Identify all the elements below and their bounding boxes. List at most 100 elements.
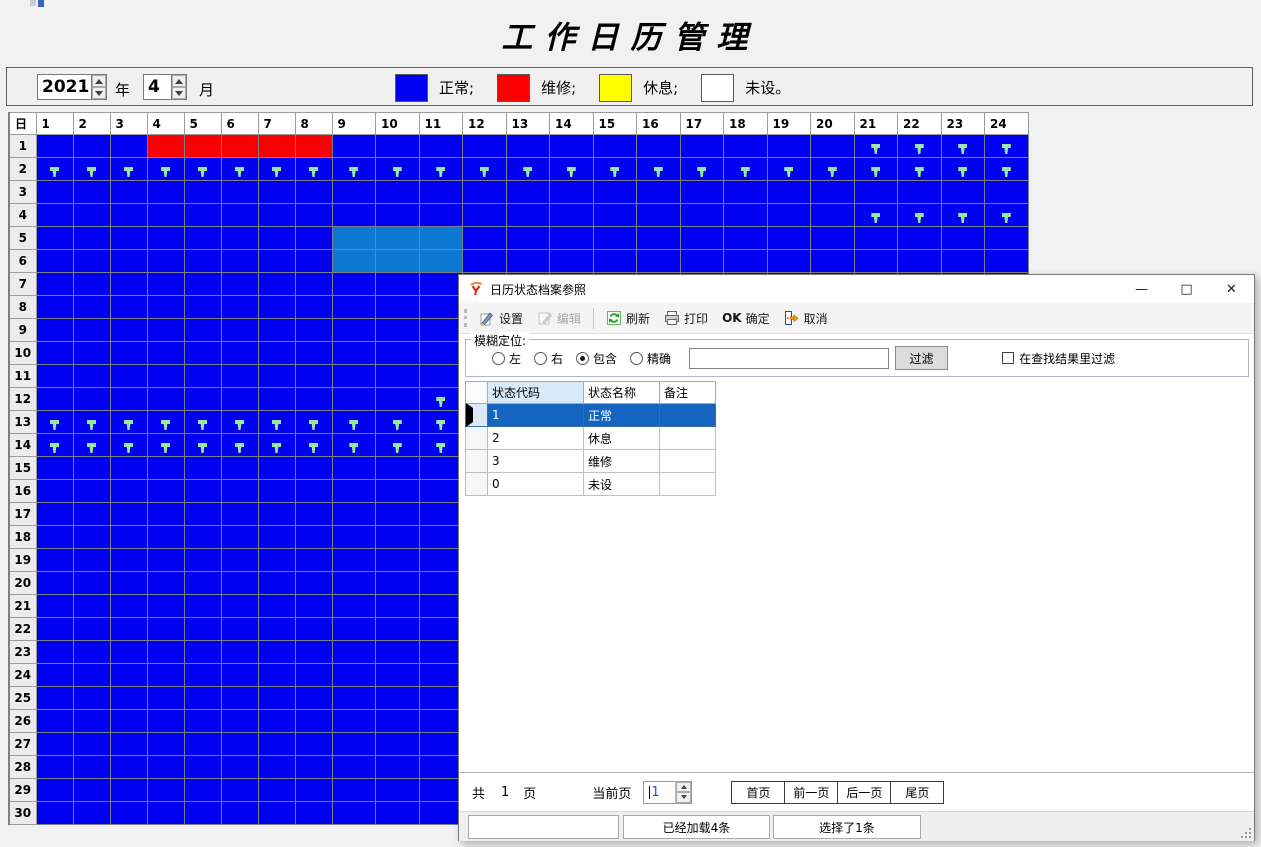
calendar-cell[interactable]	[295, 733, 332, 756]
calendar-cell[interactable]	[376, 181, 420, 204]
calendar-cell[interactable]	[724, 250, 768, 273]
day-row-header[interactable]: 20	[9, 572, 36, 595]
calendar-cell[interactable]	[332, 618, 376, 641]
calendar-cell[interactable]	[147, 457, 184, 480]
current-page-value[interactable]: 1	[651, 785, 659, 800]
calendar-cell[interactable]	[147, 664, 184, 687]
calendar-cell[interactable]	[184, 664, 221, 687]
day-row-header[interactable]: 4	[9, 204, 36, 227]
calendar-cell[interactable]	[184, 319, 221, 342]
year-value[interactable]: 2021	[37, 74, 91, 100]
calendar-cell[interactable]	[506, 181, 550, 204]
calendar-cell[interactable]	[419, 365, 463, 388]
calendar-cell[interactable]	[221, 710, 258, 733]
calendar-cell[interactable]	[680, 181, 724, 204]
calendar-cell[interactable]	[811, 158, 855, 181]
calendar-cell[interactable]	[258, 526, 295, 549]
calendar-cell[interactable]	[898, 181, 942, 204]
hour-column-header[interactable]: 9	[332, 113, 376, 135]
calendar-cell[interactable]	[147, 733, 184, 756]
row-selector-cell[interactable]	[466, 404, 488, 427]
calendar-cell[interactable]	[184, 135, 221, 158]
calendar-cell[interactable]	[147, 319, 184, 342]
calendar-cell[interactable]	[376, 526, 420, 549]
calendar-cell[interactable]	[332, 526, 376, 549]
calendar-cell[interactable]	[184, 480, 221, 503]
settings-button[interactable]: 设置	[472, 306, 530, 330]
calendar-cell[interactable]	[506, 135, 550, 158]
calendar-cell[interactable]	[184, 503, 221, 526]
calendar-cell[interactable]	[258, 434, 295, 457]
calendar-cell[interactable]	[258, 664, 295, 687]
calendar-cell[interactable]	[221, 388, 258, 411]
calendar-cell[interactable]	[332, 365, 376, 388]
hour-column-header[interactable]: 13	[506, 113, 550, 135]
calendar-cell[interactable]	[332, 388, 376, 411]
calendar-cell[interactable]	[36, 457, 73, 480]
cell-code[interactable]: 2	[488, 427, 584, 450]
calendar-cell[interactable]	[36, 664, 73, 687]
column-header-name[interactable]: 状态名称	[584, 382, 660, 404]
calendar-cell[interactable]	[258, 618, 295, 641]
calendar-cell[interactable]	[147, 434, 184, 457]
calendar-cell[interactable]	[147, 204, 184, 227]
calendar-cell[interactable]	[811, 181, 855, 204]
filter-button[interactable]: 过滤	[895, 346, 948, 370]
day-row-header[interactable]: 6	[9, 250, 36, 273]
calendar-cell[interactable]	[376, 618, 420, 641]
edit-button[interactable]: 编辑	[530, 306, 588, 330]
calendar-cell[interactable]	[419, 595, 463, 618]
calendar-cell[interactable]	[295, 204, 332, 227]
calendar-cell[interactable]	[419, 273, 463, 296]
calendar-cell[interactable]	[36, 572, 73, 595]
day-row-header[interactable]: 8	[9, 296, 36, 319]
calendar-cell[interactable]	[376, 756, 420, 779]
calendar-cell[interactable]	[295, 756, 332, 779]
calendar-cell[interactable]	[767, 250, 811, 273]
calendar-cell[interactable]	[258, 296, 295, 319]
calendar-cell[interactable]	[376, 549, 420, 572]
calendar-cell[interactable]	[258, 365, 295, 388]
minimize-button[interactable]: —	[1119, 275, 1164, 303]
calendar-cell[interactable]	[463, 158, 507, 181]
calendar-cell[interactable]	[295, 388, 332, 411]
calendar-cell[interactable]	[419, 204, 463, 227]
calendar-cell[interactable]	[332, 227, 376, 250]
hour-column-header[interactable]: 1	[36, 113, 73, 135]
calendar-cell[interactable]	[73, 802, 110, 825]
calendar-cell[interactable]	[258, 342, 295, 365]
calendar-cell[interactable]	[36, 250, 73, 273]
calendar-cell[interactable]	[73, 457, 110, 480]
calendar-cell[interactable]	[295, 572, 332, 595]
calendar-cell[interactable]	[184, 434, 221, 457]
calendar-cell[interactable]	[295, 549, 332, 572]
calendar-cell[interactable]	[463, 227, 507, 250]
calendar-cell[interactable]	[110, 388, 147, 411]
calendar-cell[interactable]	[73, 526, 110, 549]
calendar-cell[interactable]	[221, 296, 258, 319]
calendar-cell[interactable]	[419, 250, 463, 273]
calendar-cell[interactable]	[332, 319, 376, 342]
calendar-cell[interactable]	[110, 296, 147, 319]
calendar-cell[interactable]	[550, 181, 594, 204]
calendar-cell[interactable]	[295, 457, 332, 480]
calendar-cell[interactable]	[419, 710, 463, 733]
hour-column-header[interactable]: 17	[680, 113, 724, 135]
calendar-cell[interactable]	[295, 434, 332, 457]
calendar-cell[interactable]	[550, 250, 594, 273]
calendar-cell[interactable]	[184, 526, 221, 549]
hour-column-header[interactable]: 14	[550, 113, 594, 135]
day-row-header[interactable]: 26	[9, 710, 36, 733]
calendar-cell[interactable]	[147, 181, 184, 204]
calendar-cell[interactable]	[295, 319, 332, 342]
calendar-cell[interactable]	[73, 342, 110, 365]
calendar-cell[interactable]	[36, 135, 73, 158]
calendar-cell[interactable]	[258, 158, 295, 181]
calendar-cell[interactable]	[295, 687, 332, 710]
calendar-cell[interactable]	[36, 227, 73, 250]
calendar-cell[interactable]	[258, 710, 295, 733]
calendar-cell[interactable]	[36, 342, 73, 365]
hour-column-header[interactable]: 8	[295, 113, 332, 135]
calendar-cell[interactable]	[295, 480, 332, 503]
row-selector-cell[interactable]	[466, 450, 488, 473]
